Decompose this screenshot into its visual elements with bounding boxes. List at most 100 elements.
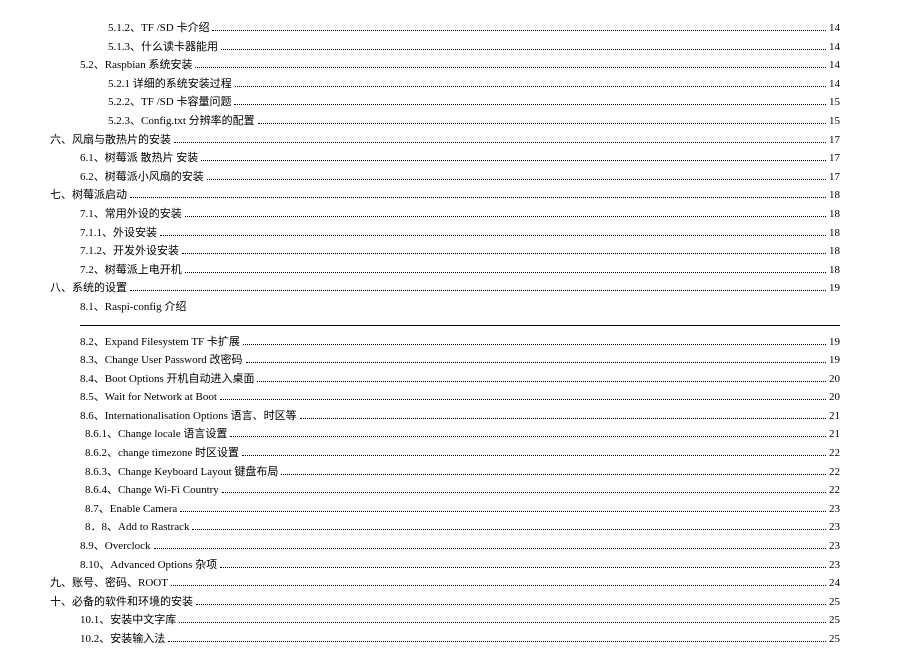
toc-page: 22 [829, 464, 840, 482]
toc-dots [182, 244, 826, 254]
toc-dots [258, 114, 826, 124]
toc-page: 21 [829, 426, 840, 444]
toc-dots [234, 95, 826, 105]
toc-page: 18 [829, 206, 840, 224]
toc-page: 25 [829, 594, 840, 612]
toc-label: 8.6.4、Change Wi-Fi Country [85, 482, 219, 500]
toc-entry: 六、风扇与散热片的安装 17 [50, 132, 840, 150]
toc-label: 7.1、常用外设的安装 [80, 206, 182, 224]
toc-dots [160, 226, 826, 236]
toc-entry: 8.3、Change User Password 改密码19 [50, 352, 840, 370]
toc-entry: 8.10、Advanced Options 杂项 23 [50, 557, 840, 575]
toc-label: 七、树莓派启动 [50, 187, 127, 205]
toc-entry: 八、系统的设置 19 [50, 280, 840, 298]
toc-label: 8.7、Enable Camera [85, 501, 177, 519]
toc-dots [192, 521, 826, 531]
toc-upper: 5.1.2、TF /SD 卡介绍145.1.3、什么读卡器能用145.2、Ras… [50, 20, 840, 317]
toc-page: 22 [829, 482, 840, 500]
toc-page: 23 [829, 538, 840, 556]
toc-page: 17 [829, 169, 840, 187]
toc-page: 18 [829, 187, 840, 205]
toc-label: 六、风扇与散热片的安装 [50, 132, 171, 150]
toc-page: 23 [829, 519, 840, 537]
toc-label: 7.1.1、外设安装 [80, 225, 157, 243]
toc-page: 23 [829, 557, 840, 575]
toc-label: 7.1.2、开发外设安装 [80, 243, 179, 261]
toc-label: 5.1.3、什么读卡器能用 [108, 39, 218, 57]
toc-label: 十、必备的软件和环境的安装 [50, 594, 193, 612]
toc-label: 5.2、Raspbian 系统安装 [80, 57, 192, 75]
toc-dots [196, 595, 826, 605]
toc-page: 14 [829, 57, 840, 75]
toc-entry: 8.6.3、Change Keyboard Layout 键盘布局 22 [50, 464, 840, 482]
toc-entry: 8．8、Add to Rastrack 23 [50, 519, 840, 537]
toc-entry: 8.9、Overclock23 [50, 538, 840, 556]
toc-dots [168, 632, 826, 642]
toc-page: 15 [829, 113, 840, 131]
toc-label: 8.6、Internationalisation Options 语言、时区等 [80, 408, 297, 426]
toc-label: 九、账号、密码、ROOT [50, 575, 168, 593]
toc-entry: 6.2、树莓派小风扇的安装 17 [50, 169, 840, 187]
toc-page: 18 [829, 262, 840, 280]
toc-entry: 7.2、树莓派上电开机 18 [50, 262, 840, 280]
toc-entry: 5.2.3、Config.txt 分辨率的配置15 [50, 113, 840, 131]
toc-page: 18 [829, 243, 840, 261]
separator-line [80, 325, 840, 326]
toc-label: 7.2、树莓派上电开机 [80, 262, 182, 280]
toc-label: 10.2、安装输入法 [80, 631, 165, 649]
toc-page: 15 [829, 94, 840, 112]
toc-label: 8.6.1、Change locale 语言设置 [85, 426, 227, 444]
toc-label: 8.5、Wait for Network at Boot [80, 389, 217, 407]
toc-lower: 8.2、Expand Filesystem TF 卡扩展198.3、Change… [50, 334, 840, 649]
toc-dots [220, 390, 826, 400]
toc-dots [222, 483, 826, 493]
toc-entry: 8.1、Raspi-config 介绍 [50, 299, 840, 317]
toc-dots [243, 335, 826, 345]
toc-page: 20 [829, 389, 840, 407]
toc-label: 8.1、Raspi-config 介绍 [80, 299, 186, 317]
toc-dots [221, 40, 826, 50]
toc-entry: 5.2、Raspbian 系统安装 14 [50, 57, 840, 75]
toc-entry: 7.1.1、外设安装 18 [50, 225, 840, 243]
toc-page: 20 [829, 371, 840, 389]
toc-entry: 8.6、Internationalisation Options 语言、时区等 2… [50, 408, 840, 426]
toc-page: 18 [829, 225, 840, 243]
toc-page: 25 [829, 631, 840, 649]
toc-dots [212, 21, 826, 31]
toc-page: 14 [829, 39, 840, 57]
toc-label: 八、系统的设置 [50, 280, 127, 298]
toc-dots [242, 446, 826, 456]
toc-entry: 5.1.3、什么读卡器能用 14 [50, 39, 840, 57]
toc-dots [130, 188, 826, 198]
toc-label: 8.6.3、Change Keyboard Layout 键盘布局 [85, 464, 278, 482]
toc-label: 5.2.2、TF /SD 卡容量问题 [108, 94, 231, 112]
toc-page: 17 [829, 132, 840, 150]
toc-entry: 5.2.1 详细的系统安装过程14 [50, 76, 840, 94]
toc-label: 6.2、树莓派小风扇的安装 [80, 169, 204, 187]
toc-entry: 7.1.2、开发外设安装 18 [50, 243, 840, 261]
toc-dots [235, 77, 826, 87]
toc-dots [179, 614, 826, 624]
toc-page: 21 [829, 408, 840, 426]
toc-label: 8.4、Boot Options 开机自动进入桌面 [80, 371, 254, 389]
toc-dots [257, 372, 826, 382]
toc-entry: 5.1.2、TF /SD 卡介绍14 [50, 20, 840, 38]
toc-page: 19 [829, 280, 840, 298]
toc-dots [220, 558, 826, 568]
toc-dots [130, 281, 826, 291]
toc-dots [281, 465, 826, 475]
toc-label: 8．8、Add to Rastrack [85, 519, 189, 537]
toc-dots [246, 353, 826, 363]
toc-entry: 10.1、安装中文字库25 [50, 612, 840, 630]
toc-dots [201, 151, 826, 161]
toc-label: 8.10、Advanced Options 杂项 [80, 557, 217, 575]
toc-entry: 5.2.2、TF /SD 卡容量问题 15 [50, 94, 840, 112]
toc-dots [185, 263, 826, 273]
toc-label: 8.3、Change User Password 改密码 [80, 352, 243, 370]
toc-page: 17 [829, 150, 840, 168]
toc-entry: 10.2、安装输入法 25 [50, 631, 840, 649]
toc-label: 10.1、安装中文字库 [80, 612, 176, 630]
toc-entry: 十、必备的软件和环境的安装 25 [50, 594, 840, 612]
toc-label: 6.1、树莓派 散热片 安装 [80, 150, 198, 168]
toc-entry: 8.4、Boot Options 开机自动进入桌面 20 [50, 371, 840, 389]
